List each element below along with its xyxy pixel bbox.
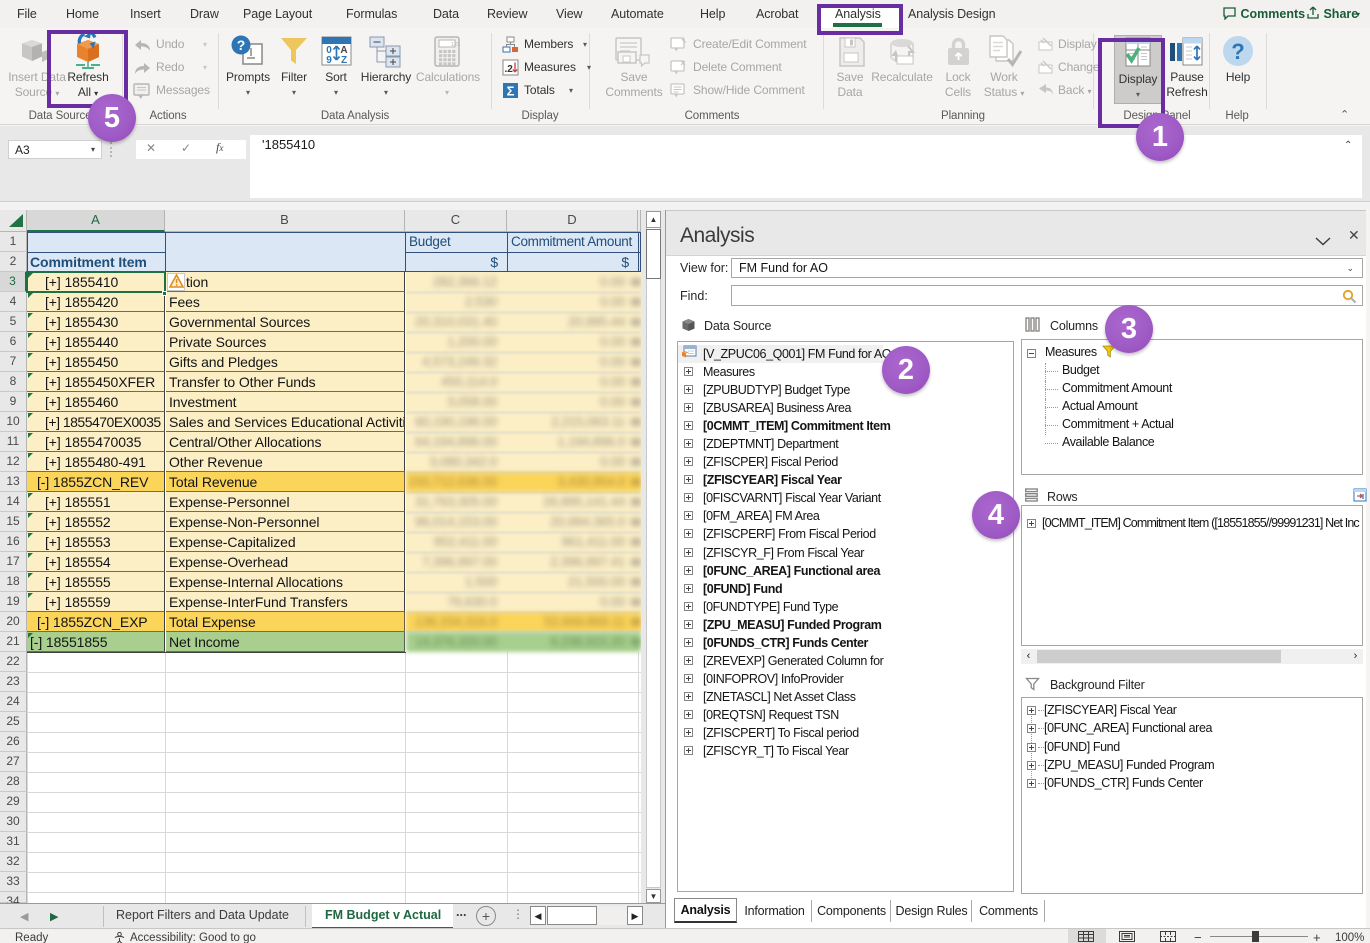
svg-text:123: 123 <box>451 42 460 48</box>
svg-text:9: 9 <box>326 55 332 66</box>
svg-text:Z: Z <box>341 55 347 66</box>
svg-text:Σ: Σ <box>507 84 515 99</box>
svg-text:?: ? <box>1231 39 1244 64</box>
svg-text:?: ? <box>237 37 246 53</box>
svg-text:.2: .2 <box>505 64 514 75</box>
